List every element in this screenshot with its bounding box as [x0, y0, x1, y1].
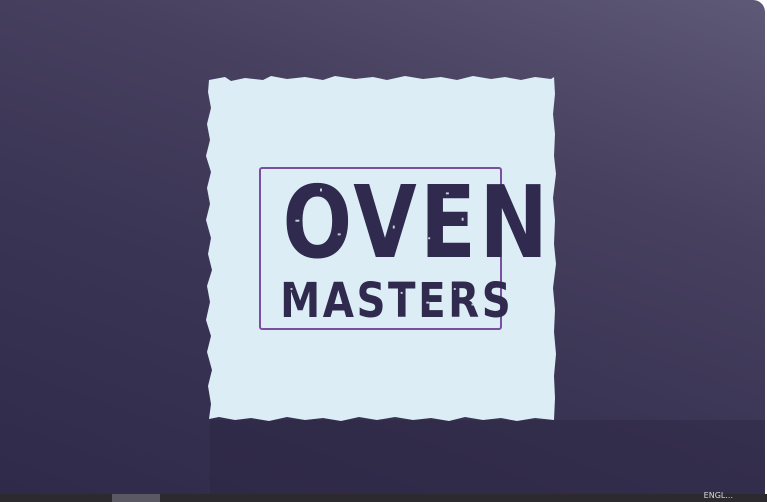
- image-viewer-canvas: OVEN MASTERS: [0, 0, 765, 494]
- taskbar: ENGL...: [0, 491, 767, 502]
- logo-border: OVEN MASTERS: [259, 164, 552, 330]
- oven-masters-logo: OVEN MASTERS: [205, 74, 556, 422]
- logo-text-masters: MASTERS: [280, 273, 514, 329]
- logo-text-oven: OVEN: [282, 164, 552, 281]
- taskbar-label[interactable]: ENGL...: [704, 491, 733, 499]
- taskbar-tab[interactable]: [112, 494, 160, 502]
- card-shadow: [210, 420, 765, 494]
